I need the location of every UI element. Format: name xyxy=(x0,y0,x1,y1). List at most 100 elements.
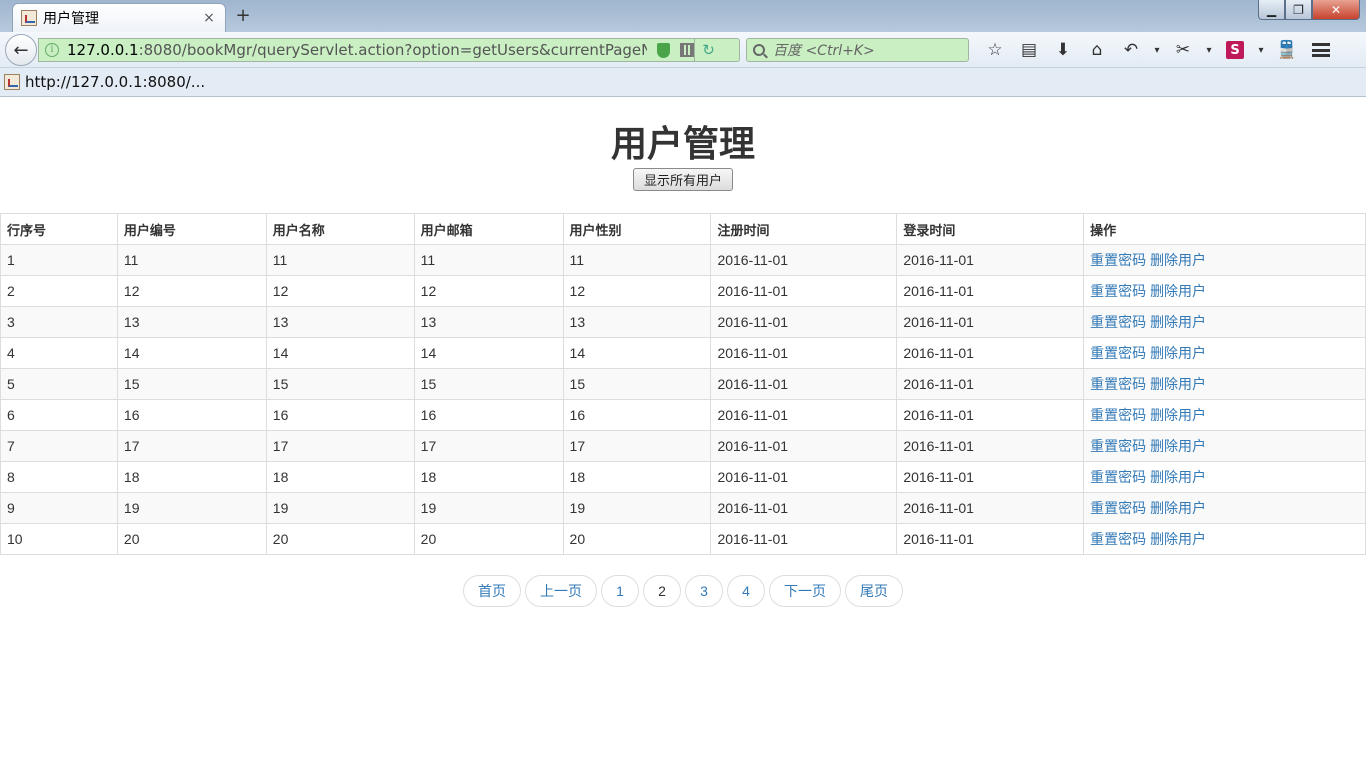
page-4-button[interactable]: 4 xyxy=(727,575,765,607)
prev-page-button[interactable]: 上一页 xyxy=(525,575,597,607)
first-page-button[interactable]: 首页 xyxy=(463,575,521,607)
cell-register-time: 2016-11-01 xyxy=(710,275,898,307)
cell-user-name: 13 xyxy=(265,306,415,338)
cell-register-time: 2016-11-01 xyxy=(710,368,898,400)
screenshot-icon[interactable]: ✂ xyxy=(1166,36,1200,64)
window-titlebar: 用户管理 × + ▁ ❐ ✕ xyxy=(0,0,1366,32)
delete-user-link[interactable]: 删除用户 xyxy=(1150,252,1206,268)
cell-user-name: 12 xyxy=(265,275,415,307)
qr-code-icon[interactable] xyxy=(680,43,694,57)
reset-password-link[interactable]: 重置密码 xyxy=(1090,252,1146,268)
site-info-icon[interactable]: i xyxy=(45,43,59,57)
cell-actions: 重置密码 删除用户 xyxy=(1083,461,1366,493)
table-row: 1 11 11 11 11 2016-11-01 2016-11-01 重置密码 删除用户 xyxy=(0,244,1366,276)
minimize-icon: ▁ xyxy=(1266,2,1277,17)
train-icon[interactable]: 🚆 xyxy=(1270,36,1304,64)
reload-icon[interactable]: ↻ xyxy=(694,39,722,61)
next-page-button[interactable]: 下一页 xyxy=(769,575,841,607)
browser-tab[interactable]: 用户管理 × xyxy=(12,3,226,32)
page-1-button[interactable]: 1 xyxy=(601,575,639,607)
menu-icon[interactable] xyxy=(1304,36,1338,64)
close-window-button[interactable]: ✕ xyxy=(1312,0,1360,20)
bookmark-star-icon[interactable]: ☆ xyxy=(978,36,1012,64)
col-header-user-email: 用户邮箱 xyxy=(413,213,564,245)
delete-user-link[interactable]: 删除用户 xyxy=(1150,438,1206,454)
cell-login-time: 2016-11-01 xyxy=(896,306,1085,338)
last-page-button[interactable]: 尾页 xyxy=(845,575,903,607)
cell-register-time: 2016-11-01 xyxy=(710,337,898,369)
reset-password-link[interactable]: 重置密码 xyxy=(1090,531,1146,547)
cell-user-id: 20 xyxy=(116,523,267,555)
pagination: 首页 上一页 1 2 3 4 下一页 尾页 xyxy=(0,575,1366,607)
reset-password-link[interactable]: 重置密码 xyxy=(1090,469,1146,485)
cell-user-email: 11 xyxy=(413,244,564,276)
bookmark-link[interactable]: http://127.0.0.1:8080/... xyxy=(25,73,205,91)
cell-user-id: 16 xyxy=(116,399,267,431)
cell-user-gender: 20 xyxy=(562,523,712,555)
cell-actions: 重置密码 删除用户 xyxy=(1083,368,1366,400)
search-bar[interactable]: 百度 <Ctrl+K> xyxy=(746,38,969,62)
reset-password-link[interactable]: 重置密码 xyxy=(1090,407,1146,423)
col-header-login-time: 登录时间 xyxy=(896,213,1085,245)
reset-password-link[interactable]: 重置密码 xyxy=(1090,376,1146,392)
table-row: 9 19 19 19 19 2016-11-01 2016-11-01 重置密码 删除用户 xyxy=(0,492,1366,524)
delete-user-link[interactable]: 删除用户 xyxy=(1150,314,1206,330)
cell-user-gender: 15 xyxy=(562,368,712,400)
url-text[interactable]: 127.0.0.1:8080/bookMgr/queryServlet.acti… xyxy=(67,41,647,59)
cell-user-gender: 13 xyxy=(562,306,712,338)
tab-close-icon[interactable]: × xyxy=(201,10,217,26)
download-icon[interactable]: ⬇ xyxy=(1046,36,1080,64)
delete-user-link[interactable]: 删除用户 xyxy=(1150,531,1206,547)
cell-user-name: 16 xyxy=(265,399,415,431)
home-icon[interactable]: ⌂ xyxy=(1080,36,1114,64)
cell-user-gender: 16 xyxy=(562,399,712,431)
cell-row-index: 3 xyxy=(0,306,118,338)
col-header-user-gender: 用户性别 xyxy=(562,213,712,245)
minimize-button[interactable]: ▁ xyxy=(1258,0,1285,20)
reset-password-link[interactable]: 重置密码 xyxy=(1090,438,1146,454)
new-tab-button[interactable]: + xyxy=(232,5,254,27)
delete-user-link[interactable]: 删除用户 xyxy=(1150,283,1206,299)
cell-actions: 重置密码 删除用户 xyxy=(1083,399,1366,431)
extension-dropdown-icon[interactable]: ▾ xyxy=(1252,36,1270,64)
col-header-register-time: 注册时间 xyxy=(710,213,898,245)
cell-login-time: 2016-11-01 xyxy=(896,368,1085,400)
undo-icon[interactable]: ↶ xyxy=(1114,36,1148,64)
cell-user-id: 17 xyxy=(116,430,267,462)
extension-s-icon[interactable]: S xyxy=(1218,36,1252,64)
back-button[interactable]: ← xyxy=(5,34,37,66)
delete-user-link[interactable]: 删除用户 xyxy=(1150,345,1206,361)
page-title: 用户管理 xyxy=(610,123,755,164)
cell-register-time: 2016-11-01 xyxy=(710,461,898,493)
delete-user-link[interactable]: 删除用户 xyxy=(1150,376,1206,392)
cell-user-gender: 17 xyxy=(562,430,712,462)
delete-user-link[interactable]: 删除用户 xyxy=(1150,469,1206,485)
bookmarks-bar: http://127.0.0.1:8080/... xyxy=(0,68,1366,97)
address-bar[interactable]: i 127.0.0.1:8080/bookMgr/queryServlet.ac… xyxy=(38,38,740,62)
cell-register-time: 2016-11-01 xyxy=(710,492,898,524)
shield-icon[interactable] xyxy=(657,42,670,58)
cell-user-email: 18 xyxy=(413,461,564,493)
delete-user-link[interactable]: 删除用户 xyxy=(1150,500,1206,516)
col-header-user-id: 用户编号 xyxy=(116,213,267,245)
cell-row-index: 2 xyxy=(0,275,118,307)
show-all-users-button[interactable]: 显示所有用户 xyxy=(633,168,733,191)
reset-password-link[interactable]: 重置密码 xyxy=(1090,345,1146,361)
cell-login-time: 2016-11-01 xyxy=(896,275,1085,307)
reset-password-link[interactable]: 重置密码 xyxy=(1090,500,1146,516)
window-controls: ▁ ❐ ✕ xyxy=(1258,0,1360,20)
cell-row-index: 7 xyxy=(0,430,118,462)
table-row: 7 17 17 17 17 2016-11-01 2016-11-01 重置密码 删除用户 xyxy=(0,430,1366,462)
bookmarks-list-icon[interactable]: ▤ xyxy=(1012,36,1046,64)
maximize-button[interactable]: ❐ xyxy=(1285,0,1312,20)
delete-user-link[interactable]: 删除用户 xyxy=(1150,407,1206,423)
reset-password-link[interactable]: 重置密码 xyxy=(1090,314,1146,330)
tab-title: 用户管理 xyxy=(43,11,99,27)
undo-dropdown-icon[interactable]: ▾ xyxy=(1148,36,1166,64)
reset-password-link[interactable]: 重置密码 xyxy=(1090,283,1146,299)
cell-actions: 重置密码 删除用户 xyxy=(1083,430,1366,462)
screenshot-dropdown-icon[interactable]: ▾ xyxy=(1200,36,1218,64)
page-2-button[interactable]: 2 xyxy=(643,575,681,607)
back-arrow-icon: ← xyxy=(13,39,29,61)
page-3-button[interactable]: 3 xyxy=(685,575,723,607)
